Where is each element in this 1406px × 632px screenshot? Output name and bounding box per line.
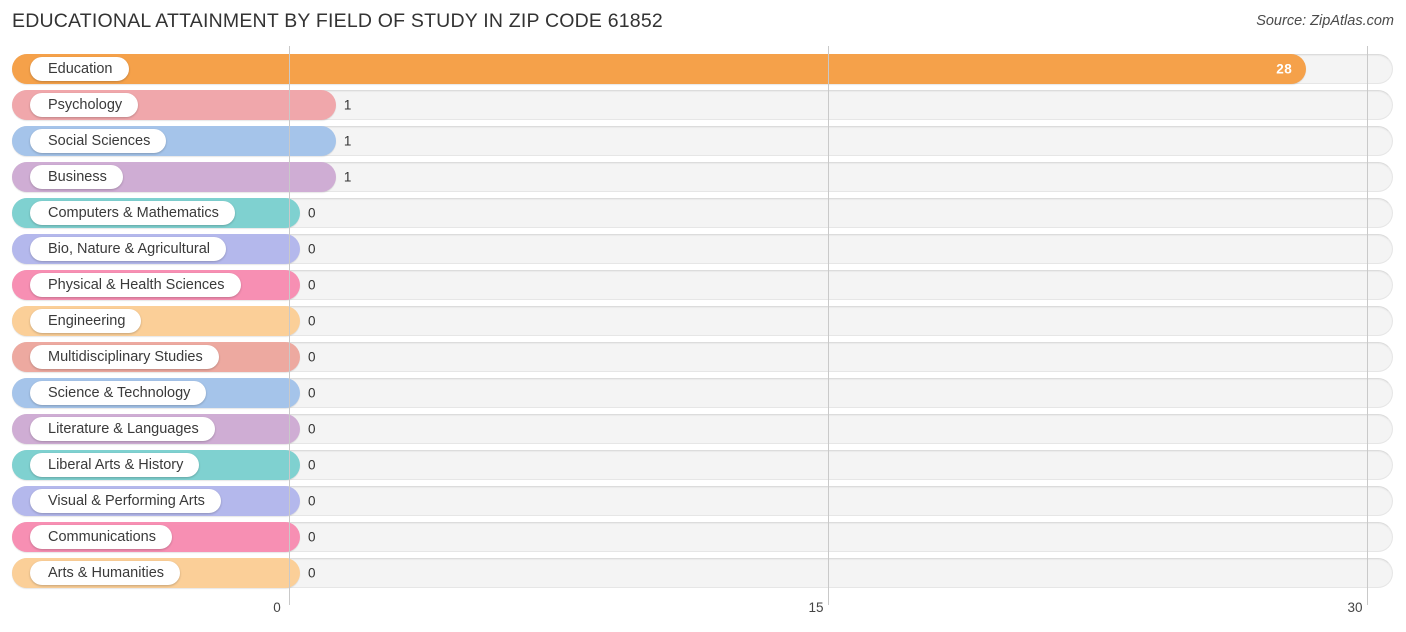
chart-page: EDUCATIONAL ATTAINMENT BY FIELD OF STUDY… — [0, 0, 1406, 632]
bar-fill: 28 — [12, 54, 1307, 84]
category-label-text: Liberal Arts & History — [48, 456, 184, 473]
axis-tick-0 — [289, 596, 290, 605]
category-label-pill[interactable]: Bio, Nature & Agricultural — [30, 237, 226, 261]
category-label-pill[interactable]: Business — [30, 165, 123, 189]
category-label-text: Visual & Performing Arts — [48, 492, 205, 509]
bar-row[interactable]: 28 Education — [12, 54, 1393, 84]
bar-value-label: 0 — [308, 493, 316, 509]
axis-tick-15 — [828, 596, 829, 605]
bar-value-label: 0 — [308, 421, 316, 437]
category-label-text: Business — [48, 168, 107, 185]
category-label-text: Science & Technology — [48, 384, 191, 401]
chart-header: EDUCATIONAL ATTAINMENT BY FIELD OF STUDY… — [0, 0, 1406, 46]
bar-row[interactable]: Computers & Mathematics 0 — [12, 198, 1393, 228]
category-label-text: Bio, Nature & Agricultural — [48, 240, 210, 257]
bar-row[interactable]: Visual & Performing Arts 0 — [12, 486, 1393, 516]
bar-value-label: 0 — [308, 565, 316, 581]
axis-tick-label-0: 0 — [273, 600, 281, 615]
category-label-pill[interactable]: Literature & Languages — [30, 417, 215, 441]
x-axis: 0 15 30 — [0, 596, 1406, 632]
bar-value-label: 0 — [308, 529, 316, 545]
bar-row[interactable]: Business 1 — [12, 162, 1393, 192]
bar-row[interactable]: Bio, Nature & Agricultural 0 — [12, 234, 1393, 264]
axis-tick-30 — [1367, 596, 1368, 605]
bar-row[interactable]: Engineering 0 — [12, 306, 1393, 336]
category-label-pill[interactable]: Computers & Mathematics — [30, 201, 235, 225]
category-label-text: Social Sciences — [48, 132, 151, 149]
category-label-pill[interactable]: Education — [30, 57, 129, 81]
category-label-pill[interactable]: Liberal Arts & History — [30, 453, 200, 477]
category-label-pill[interactable]: Visual & Performing Arts — [30, 489, 221, 513]
bar-value-label: 1 — [343, 97, 352, 113]
bar-value-label: 0 — [308, 277, 316, 293]
bar-value-label: 28 — [1276, 61, 1293, 77]
category-label-text: Multidisciplinary Studies — [48, 348, 203, 365]
bar-row[interactable]: Psychology 1 — [12, 90, 1393, 120]
bar-value-label: 0 — [308, 241, 316, 257]
category-label-text: Psychology — [48, 96, 123, 113]
bar-value-label: 1 — [343, 169, 352, 185]
category-label-text: Physical & Health Sciences — [48, 276, 225, 293]
bar-row[interactable]: Multidisciplinary Studies 0 — [12, 342, 1393, 372]
bar-row[interactable]: Liberal Arts & History 0 — [12, 450, 1393, 480]
axis-tick-label-30: 30 — [1347, 600, 1363, 615]
bar-row[interactable]: Arts & Humanities 0 — [12, 558, 1393, 588]
page-title: EDUCATIONAL ATTAINMENT BY FIELD OF STUDY… — [12, 10, 663, 32]
bar-value-label: 0 — [308, 385, 316, 401]
category-label-pill[interactable]: Psychology — [30, 93, 139, 117]
bar-value-label: 0 — [308, 313, 316, 329]
bar-value-label: 1 — [343, 133, 352, 149]
category-label-pill[interactable]: Communications — [30, 525, 172, 549]
category-label-pill[interactable]: Science & Technology — [30, 381, 207, 405]
bar-row[interactable]: Literature & Languages 0 — [12, 414, 1393, 444]
bar-value-label: 0 — [308, 349, 316, 365]
chart-plot-area: 28 Education Psychology 1 Social Sciences 1 Bu… — [0, 46, 1406, 596]
category-label-text: Arts & Humanities — [48, 564, 165, 581]
category-label-pill[interactable]: Physical & Health Sciences — [30, 273, 241, 297]
category-label-pill[interactable]: Arts & Humanities — [30, 561, 181, 585]
category-label-text: Computers & Mathematics — [48, 204, 219, 221]
bar-row[interactable]: Communications 0 — [12, 522, 1393, 552]
bar-row[interactable]: Science & Technology 0 — [12, 378, 1393, 408]
axis-tick-label-15: 15 — [808, 600, 824, 615]
category-label-pill[interactable]: Social Sciences — [30, 129, 167, 153]
category-label-pill[interactable]: Multidisciplinary Studies — [30, 345, 219, 369]
bar-row[interactable]: Physical & Health Sciences 0 — [12, 270, 1393, 300]
source-attribution: Source: ZipAtlas.com — [1256, 13, 1394, 29]
category-label-text: Communications — [48, 528, 156, 545]
bar-row[interactable]: Social Sciences 1 — [12, 126, 1393, 156]
bar-value-label: 0 — [308, 457, 316, 473]
bar-value-label: 0 — [308, 205, 316, 221]
category-label-text: Engineering — [48, 312, 126, 329]
category-label-text: Literature & Languages — [48, 420, 199, 437]
category-label-pill[interactable]: Engineering — [30, 309, 142, 333]
category-label-text: Education — [48, 60, 113, 77]
